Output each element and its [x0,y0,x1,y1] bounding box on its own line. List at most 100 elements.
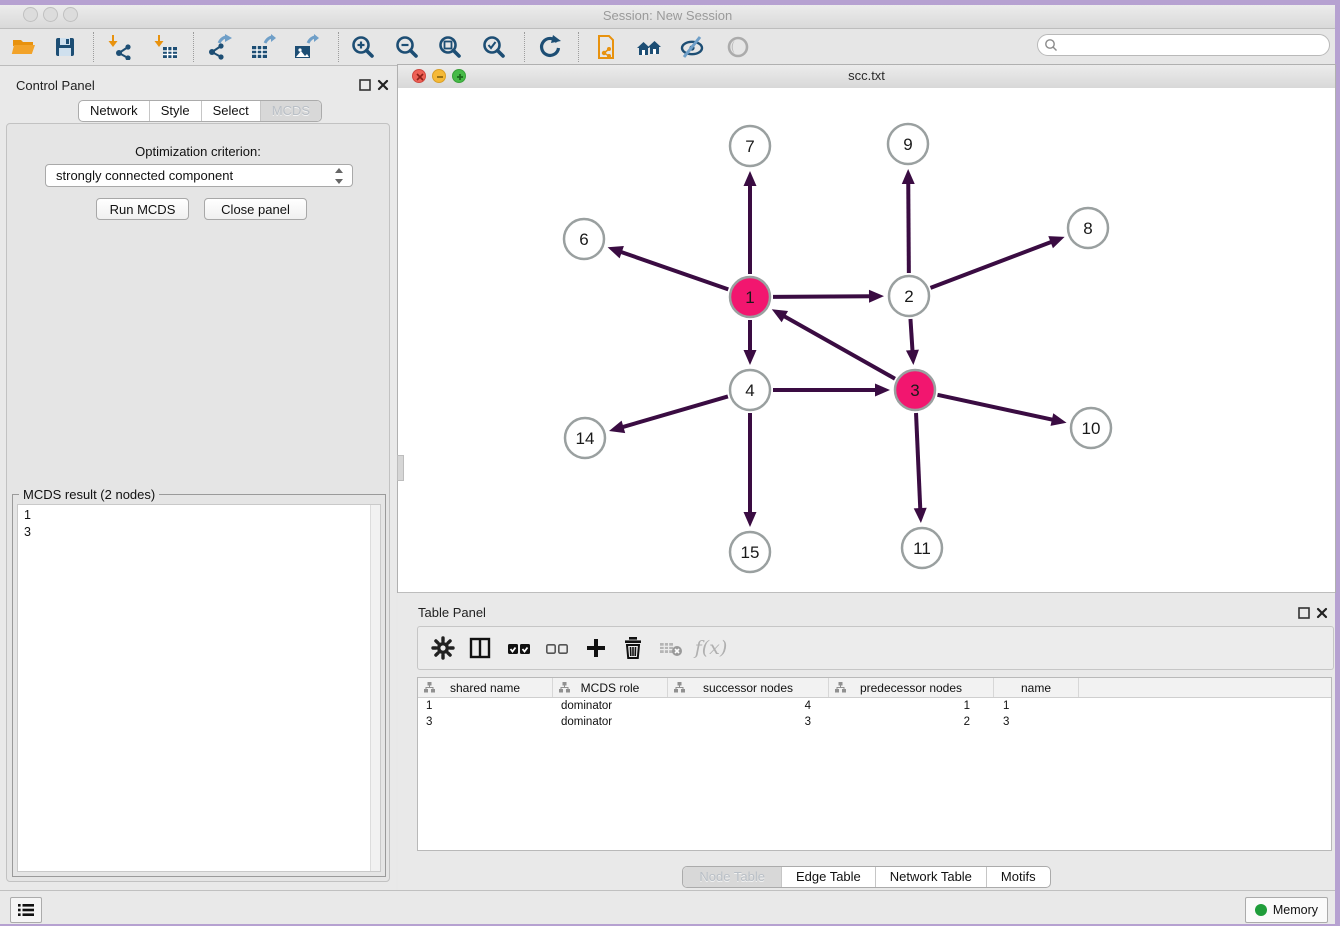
namespace-icon [674,682,685,693]
result-scrollbar[interactable] [370,505,380,871]
save-session-icon[interactable] [51,33,79,61]
tab-select[interactable]: Select [201,101,260,121]
float-table-panel-icon[interactable] [1298,606,1311,619]
graph-edge-1-6[interactable] [619,251,728,289]
mcds-panel: Optimization criterion: strongly connect… [6,123,390,882]
close-view-icon[interactable] [412,69,426,83]
zoom-fit-icon[interactable] [436,33,464,61]
tab-style[interactable]: Style [149,101,201,121]
graph-node-label: 10 [1082,419,1101,438]
tab-node-table[interactable]: Node Table [683,867,781,887]
control-panel-title: Control Panel [16,78,95,93]
float-panel-icon[interactable] [359,78,372,91]
network-view-window: scc.txt 7968124314101511 [398,65,1335,592]
search-input[interactable] [1062,37,1323,53]
graph-edge-3-10[interactable] [937,395,1054,420]
hide-details-icon[interactable] [679,33,707,61]
zoom-in-icon[interactable] [349,33,377,61]
birds-eye-view-icon[interactable] [724,33,752,61]
table-settings-icon[interactable] [430,635,456,661]
pane-divider-handle[interactable] [397,455,404,481]
close-window-button[interactable] [23,7,38,22]
graph-node-label: 15 [741,543,760,562]
table-row[interactable]: 1 dominator 4 1 1 [418,698,1331,714]
run-mcds-button[interactable]: Run MCDS [96,198,189,220]
close-panel-button[interactable]: Close panel [204,198,307,220]
tab-edge-table[interactable]: Edge Table [781,867,875,887]
import-table-icon[interactable] [152,33,180,61]
graph-node-label: 11 [913,539,931,558]
graph-edge-arrowhead [744,512,757,527]
session-title: Session: New Session [0,5,1335,27]
network-graph[interactable]: 7968124314101511 [398,88,1335,592]
unselect-all-columns-icon[interactable] [544,635,570,661]
close-panel-icon[interactable] [377,78,390,91]
control-panel: Control Panel Network Style Select MCDS … [0,66,396,890]
memory-label: Memory [1273,903,1318,917]
memory-button[interactable]: Memory [1245,897,1328,923]
open-file-icon[interactable] [10,33,38,61]
search-field[interactable] [1037,34,1330,56]
table-row[interactable]: 3 dominator 3 2 3 [418,714,1331,730]
toolbar-separator [338,32,339,62]
zoom-window-button[interactable] [63,7,78,22]
delete-columns-icon[interactable] [620,635,646,661]
graph-edge-2-9[interactable] [908,181,909,273]
graph-node-label: 6 [579,230,588,249]
export-image-icon[interactable] [292,33,320,61]
zoom-view-icon[interactable] [452,69,466,83]
graph-edge-arrowhead [1051,413,1067,426]
status-bar: Memory [0,890,1335,924]
control-panel-tabs: Network Style Select MCDS [78,100,322,122]
session-titlebar: Session: New Session [0,5,1335,29]
zoom-out-icon[interactable] [393,33,421,61]
function-builder-icon[interactable]: f(x) [698,635,724,661]
export-network-icon[interactable] [205,33,233,61]
criterion-dropdown[interactable]: strongly connected component [45,164,353,187]
tab-network[interactable]: Network [79,101,149,121]
function-builder-label: f(x) [695,637,728,659]
tab-network-table[interactable]: Network Table [875,867,986,887]
graph-edge-1-2[interactable] [773,296,872,297]
show-columns-icon[interactable] [467,635,493,661]
export-table-icon[interactable] [249,33,277,61]
column-header-predecessor-nodes[interactable]: predecessor nodes [829,678,994,697]
zoom-selected-icon[interactable] [480,33,508,61]
column-header-successor-nodes[interactable]: successor nodes [668,678,829,697]
namespace-icon [835,682,846,693]
graph-edge-arrowhead [744,171,757,186]
graph-edge-4-14[interactable] [621,396,728,427]
graph-node-label: 2 [904,287,913,306]
column-header-mcds-role[interactable]: MCDS role [553,678,668,697]
table-panel-title: Table Panel [418,605,486,620]
graph-node-label: 14 [576,429,595,448]
result-line: 1 [24,507,374,524]
tab-mcds[interactable]: MCDS [260,101,321,121]
namespace-icon [424,682,435,693]
column-header-shared-name[interactable]: shared name [418,678,553,697]
task-history-button[interactable] [10,897,42,923]
graph-edge-2-8[interactable] [931,241,1054,288]
graph-edge-3-11[interactable] [916,413,920,511]
refresh-view-icon[interactable] [536,33,564,61]
graph-edge-arrowhead [869,290,884,303]
toolbar-separator [93,32,94,62]
add-column-icon[interactable] [583,635,609,661]
network-overview-icon[interactable] [635,33,663,61]
select-all-columns-icon[interactable] [506,635,532,661]
graph-node-label: 9 [903,135,912,154]
network-title: scc.txt [398,65,1335,87]
close-table-panel-icon[interactable] [1316,606,1329,619]
minimize-view-icon[interactable] [432,69,446,83]
column-header-name[interactable]: name [994,678,1079,697]
tab-motifs[interactable]: Motifs [986,867,1050,887]
minimize-window-button[interactable] [43,7,58,22]
graph-edge-3-1[interactable] [782,315,895,379]
graph-edge-2-3[interactable] [910,319,912,353]
network-window-titlebar[interactable]: scc.txt [398,65,1335,89]
delete-table-icon[interactable] [658,635,684,661]
mcds-result-text[interactable]: 1 3 [17,504,381,872]
import-network-icon[interactable] [106,33,134,61]
graph-node-label: 3 [910,381,919,400]
clone-network-icon[interactable] [592,33,620,61]
